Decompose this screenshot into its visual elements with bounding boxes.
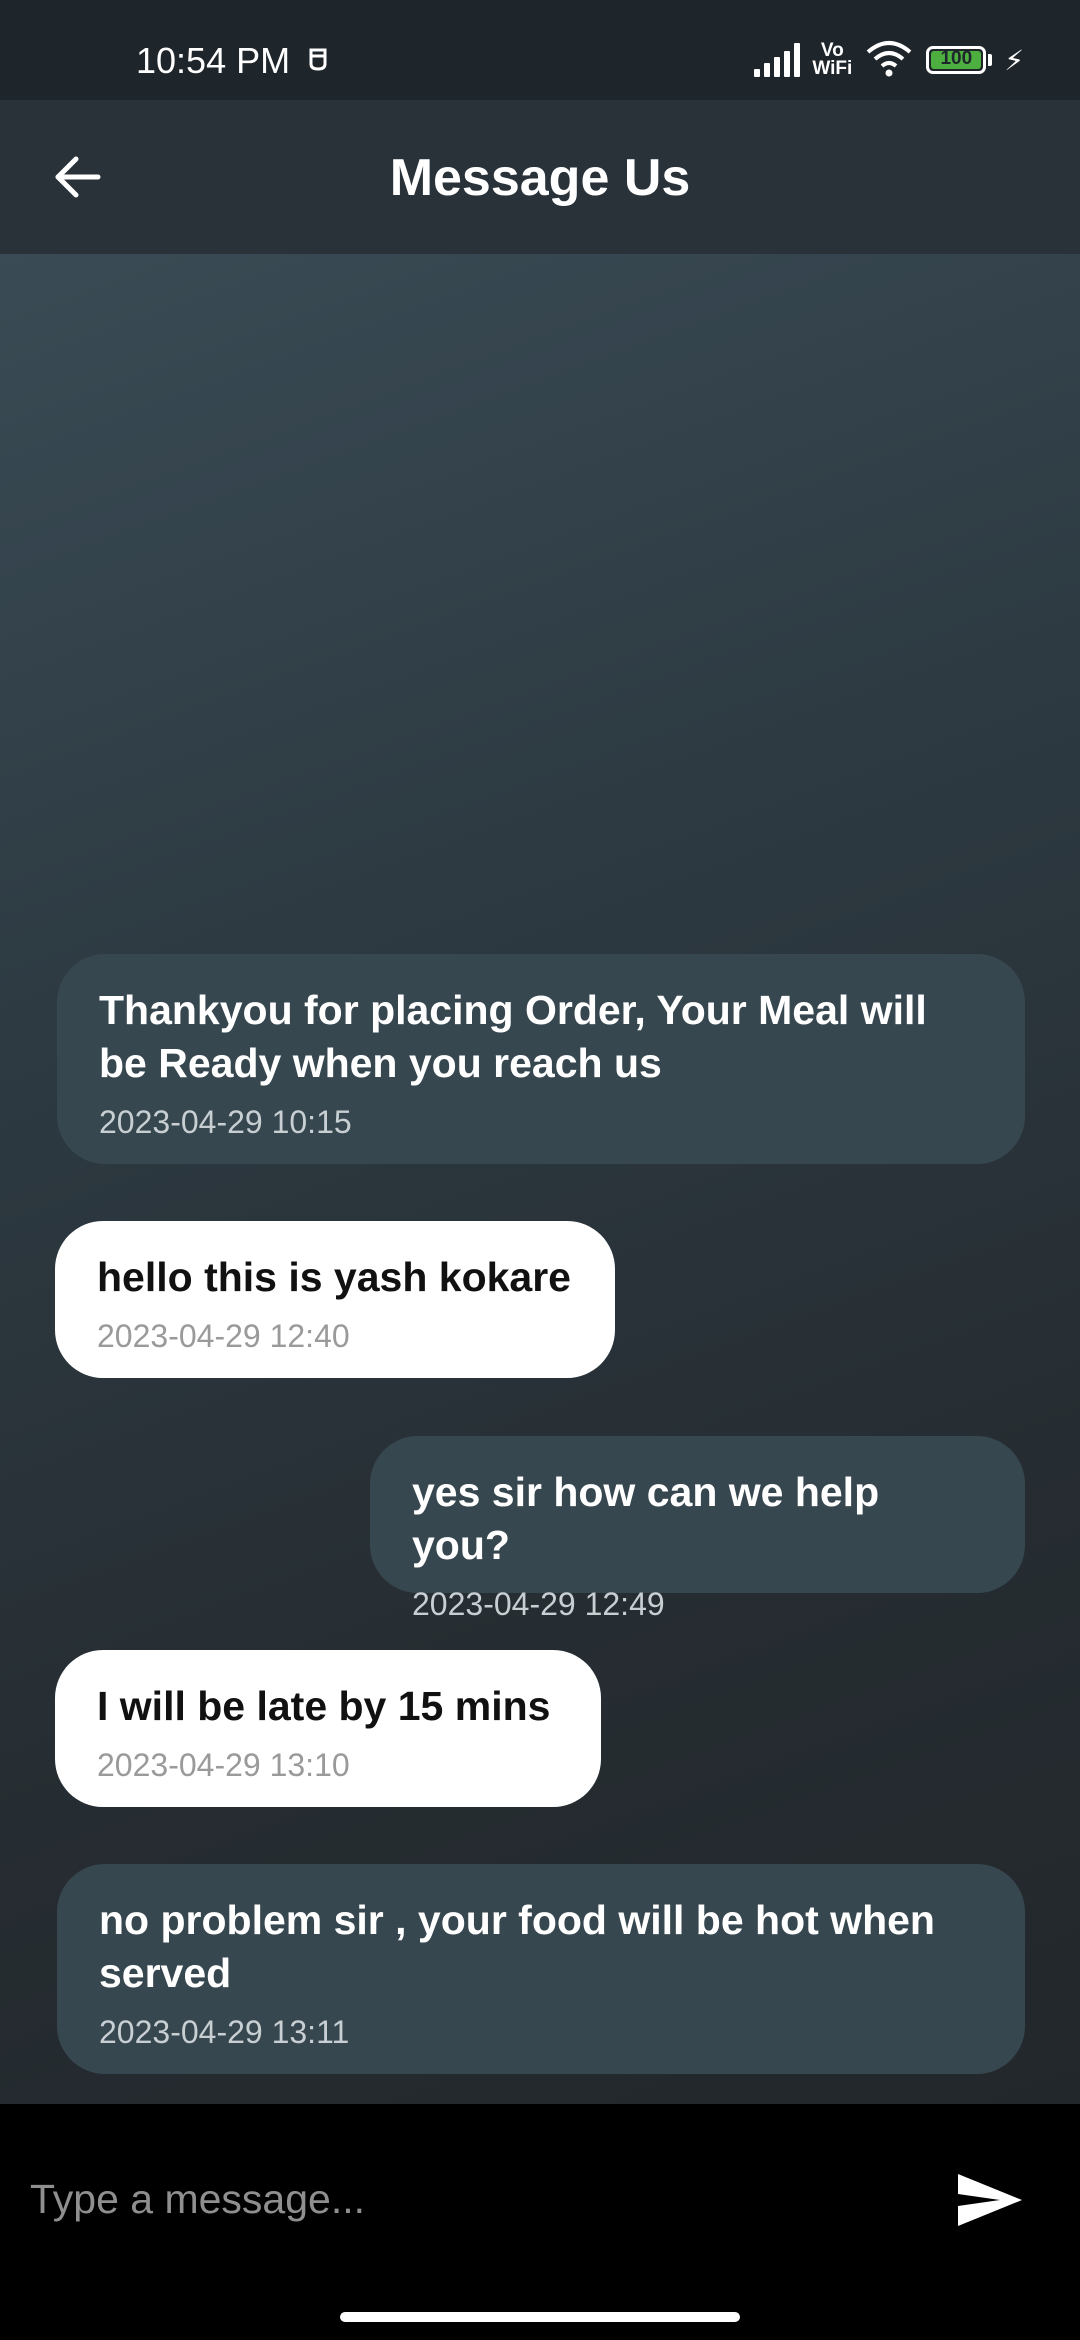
message-bubble: Thankyou for placing Order, Your Meal wi… (57, 954, 1025, 1164)
message-time: 2023-04-29 12:40 (97, 1318, 350, 1354)
status-time: 10:54 PM (136, 40, 291, 81)
message-bubble: I will be late by 15 mins 2023-04-29 13:… (55, 1650, 601, 1807)
message-text: hello this is yash kokare (97, 1254, 571, 1300)
send-icon (958, 2174, 1022, 2226)
app-bar: Message Us (0, 100, 1080, 254)
send-button[interactable] (950, 2150, 1030, 2250)
signal-icon (754, 43, 801, 77)
status-bar: 10:54 PM Vo WiFi 100 ⚡︎ (0, 0, 1080, 100)
message-text: Thankyou for placing Order, Your Meal wi… (99, 987, 927, 1086)
charging-icon: ⚡︎ (1004, 44, 1024, 76)
back-arrow-icon (55, 156, 101, 198)
composer-bar (0, 2104, 1080, 2340)
message-time: 2023-04-29 12:49 (412, 1586, 665, 1622)
message-time: 2023-04-29 10:15 (99, 1104, 352, 1140)
page-title: Message Us (389, 149, 691, 207)
battery-icon: 100 (926, 46, 987, 74)
message-input[interactable] (28, 2166, 912, 2232)
battery-level: 100 (940, 48, 973, 69)
alarm-icon (306, 44, 330, 72)
message-bubble: yes sir how can we help you? 2023-04-29 … (370, 1436, 1025, 1622)
back-button[interactable] (40, 140, 114, 214)
vowifi-label: Vo WiFi (812, 40, 853, 79)
message-text: yes sir how can we help you? (412, 1469, 880, 1568)
chat-area[interactable]: Thankyou for placing Order, Your Meal wi… (0, 254, 1080, 2104)
message-time: 2023-04-29 13:10 (97, 1747, 350, 1783)
wifi-icon (864, 38, 914, 83)
message-time: 2023-04-29 13:11 (99, 2014, 350, 2050)
status-icons: Vo WiFi 100 ⚡︎ (754, 38, 1024, 82)
message-bubble: hello this is yash kokare 2023-04-29 12:… (55, 1221, 615, 1378)
message-text: no problem sir , your food will be hot w… (99, 1897, 935, 1996)
message-bubble: no problem sir , your food will be hot w… (57, 1864, 1025, 2074)
home-indicator[interactable] (340, 2312, 740, 2322)
message-text: I will be late by 15 mins (97, 1683, 551, 1729)
